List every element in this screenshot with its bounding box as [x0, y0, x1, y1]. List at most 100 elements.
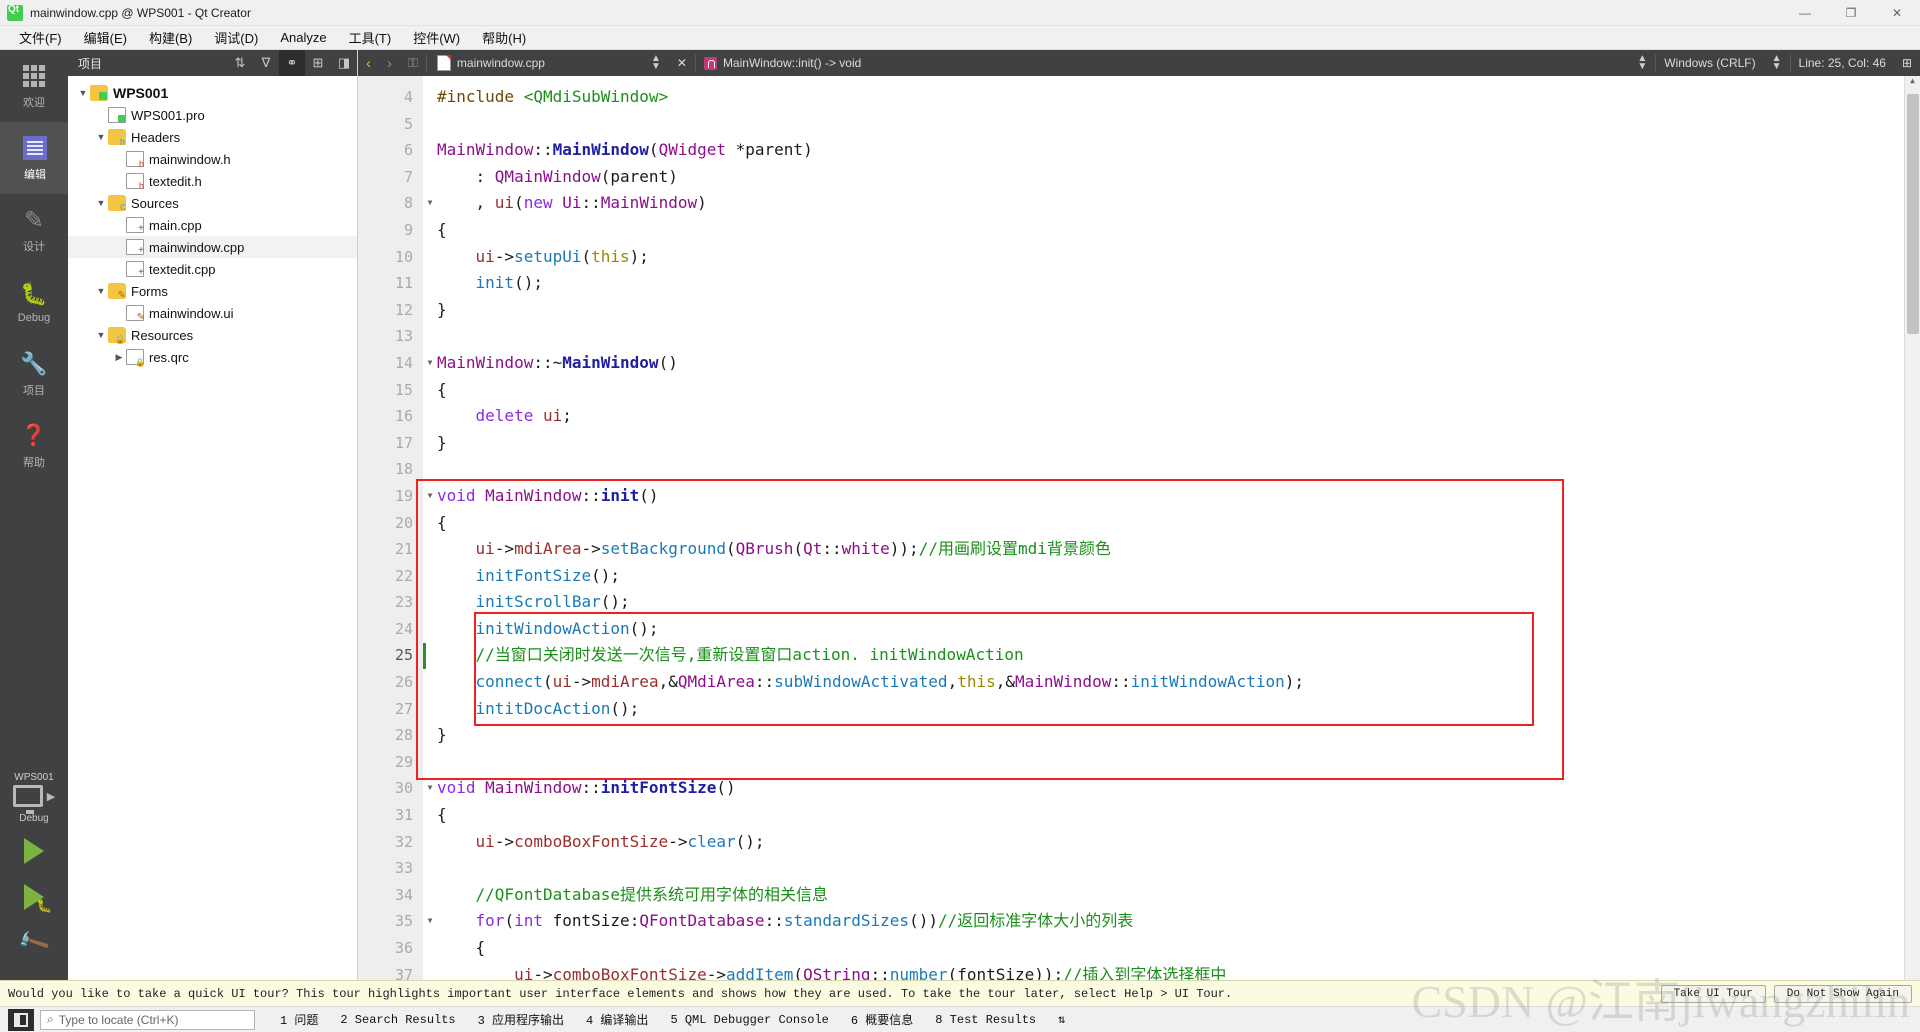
output-pane-5[interactable]: 5 QML Debugger Console [659, 1013, 839, 1027]
code-line[interactable]: ui->comboBoxFontSize->clear(); [437, 829, 1904, 856]
code-line[interactable]: #include <QMdiSubWindow> [437, 84, 1904, 111]
code-line[interactable]: void MainWindow::initFontSize() [437, 775, 1904, 802]
mode-项目[interactable]: 🔧 项目 [0, 338, 68, 410]
code-line[interactable]: for(int fontSize:QFontDatabase::standard… [437, 908, 1904, 935]
menu-item-4[interactable]: Analyze [269, 27, 337, 48]
split-editor-button[interactable]: ⊞ [1894, 50, 1920, 76]
tree-item[interactable]: mainwindow.ui [68, 302, 357, 324]
tree-item[interactable]: ▼ WPS001 [68, 82, 357, 104]
output-pane-6[interactable]: 6 概要信息 [840, 1011, 924, 1028]
navigate-back-button[interactable]: ‹ [358, 50, 379, 76]
debug-button[interactable]: 🐛 [0, 874, 68, 920]
do-not-show-again-button[interactable]: Do Not Show Again [1773, 984, 1912, 1003]
expand-collapse-icon[interactable]: ▼ [94, 198, 108, 208]
code-line[interactable] [437, 111, 1904, 138]
code-line[interactable]: MainWindow::~MainWindow() [437, 350, 1904, 377]
code-line[interactable]: , ui(new Ui::MainWindow) [437, 190, 1904, 217]
expand-collapse-icon[interactable]: ▼ [94, 286, 108, 296]
locator-input[interactable]: ⌕ Type to locate (Ctrl+K) [40, 1009, 255, 1030]
build-button[interactable]: 🔨 [0, 920, 68, 966]
tree-item[interactable]: WPS001.pro [68, 104, 357, 126]
fold-marker-icon[interactable]: ▼ [423, 775, 437, 802]
scroll-up-arrow-icon[interactable]: ▲ [1905, 76, 1920, 90]
run-button[interactable] [0, 828, 68, 874]
menu-item-2[interactable]: 构建(B) [138, 25, 203, 50]
tree-item[interactable]: ▼ Sources [68, 192, 357, 214]
code-line[interactable]: delete ui; [437, 403, 1904, 430]
code-line[interactable]: { [437, 217, 1904, 244]
split-icon[interactable]: ⊞ [305, 50, 331, 76]
code-line[interactable]: initFontSize(); [437, 563, 1904, 590]
menu-item-3[interactable]: 调试(D) [203, 25, 269, 50]
expand-collapse-icon[interactable]: ▼ [94, 330, 108, 340]
lock-icon[interactable]: ⚿ [400, 50, 426, 76]
code-text[interactable]: #include <QMdiSubWindow> MainWindow::Mai… [437, 76, 1904, 980]
mode-欢迎[interactable]: 欢迎 [0, 50, 68, 122]
tree-item[interactable]: ▼ Resources [68, 324, 357, 346]
mode-Debug[interactable]: 🐛 Debug [0, 266, 68, 338]
code-line[interactable]: ui->comboBoxFontSize->addItem(QString::n… [437, 962, 1904, 980]
file-dropdown-arrows-icon[interactable]: ▲ ▼ [643, 50, 669, 76]
tree-item[interactable]: textedit.h [68, 170, 357, 192]
output-more-icon[interactable]: ⇅ [1047, 1012, 1076, 1027]
code-line[interactable]: connect(ui->mdiArea,&QMdiArea::subWindow… [437, 669, 1904, 696]
code-line[interactable]: } [437, 297, 1904, 324]
code-line[interactable]: initScrollBar(); [437, 589, 1904, 616]
code-line[interactable]: : QMainWindow(parent) [437, 164, 1904, 191]
code-line[interactable]: //QFontDatabase提供系统可用字体的相关信息 [437, 882, 1904, 909]
code-line[interactable] [437, 749, 1904, 776]
navigate-forward-button[interactable]: › [379, 50, 400, 76]
code-line[interactable]: initWindowAction(); [437, 616, 1904, 643]
code-line[interactable] [437, 456, 1904, 483]
mode-设计[interactable]: ✎ 设计 [0, 194, 68, 266]
minimize-button[interactable]: — [1782, 0, 1828, 26]
code-line[interactable]: } [437, 722, 1904, 749]
code-line[interactable] [437, 323, 1904, 350]
code-line[interactable]: } [437, 430, 1904, 457]
output-pane-8[interactable]: 8 Test Results [924, 1013, 1047, 1027]
symbol-selector[interactable]: MainWindow::init() -> void [696, 50, 869, 76]
output-pane-2[interactable]: 2 Search Results [329, 1013, 466, 1027]
editor-vertical-scrollbar[interactable]: ▲ [1904, 76, 1920, 980]
code-line[interactable]: void MainWindow::init() [437, 483, 1904, 510]
project-tree[interactable]: ▼ WPS001 WPS001.pro ▼ Headers mainwindow.h tex… [68, 76, 357, 980]
output-pane-4[interactable]: 4 编译输出 [575, 1011, 659, 1028]
sidebar-toggle-icon[interactable] [8, 1008, 34, 1031]
tree-item[interactable]: main.cpp [68, 214, 357, 236]
open-file-selector[interactable]: mainwindow.cpp [427, 50, 553, 76]
menu-item-5[interactable]: 工具(T) [338, 25, 403, 50]
tree-item[interactable]: textedit.cpp [68, 258, 357, 280]
code-line[interactable]: { [437, 935, 1904, 962]
menu-item-0[interactable]: 文件(F) [8, 25, 73, 50]
code-line[interactable]: { [437, 377, 1904, 404]
fold-marker-icon[interactable]: ▼ [423, 483, 437, 510]
output-pane-1[interactable]: 1 问题 [269, 1011, 329, 1028]
fold-marker-icon[interactable]: ▼ [423, 908, 437, 935]
line-ending-selector[interactable]: Windows (CRLF) [1656, 50, 1763, 76]
tree-item[interactable]: ▶ res.qrc [68, 346, 357, 368]
mode-编辑[interactable]: 编辑 [0, 122, 68, 194]
maximize-restore-button[interactable]: ❐ [1828, 0, 1874, 26]
expand-collapse-icon[interactable]: ▼ [94, 132, 108, 142]
code-line[interactable]: { [437, 510, 1904, 537]
fold-marker-icon[interactable]: ▼ [423, 350, 437, 377]
encoding-arrows-icon[interactable]: ▲ ▼ [1764, 50, 1790, 76]
code-line[interactable]: { [437, 802, 1904, 829]
output-pane-3[interactable]: 3 应用程序输出 [467, 1011, 575, 1028]
code-line[interactable]: init(); [437, 270, 1904, 297]
tree-item[interactable]: ▼ Headers [68, 126, 357, 148]
code-editor[interactable]: 4 5 6 7 8 9 10 11 12 13 14 15 16 17 18 19 20 21 22 23 24 25 26… [358, 76, 1920, 980]
filter-icon[interactable]: ∇ [253, 50, 279, 76]
expand-collapse-icon[interactable]: ▶ [112, 352, 126, 363]
tree-item[interactable]: mainwindow.h [68, 148, 357, 170]
code-folding-column[interactable]: ▼ ▼ ▼ ▼ ▼ [423, 76, 437, 980]
close-window-button[interactable]: ✕ [1874, 0, 1920, 26]
tree-item[interactable]: ▼ Forms [68, 280, 357, 302]
mode-帮助[interactable]: ❓ 帮助 [0, 410, 68, 482]
menu-item-1[interactable]: 编辑(E) [73, 25, 138, 50]
fold-marker-icon[interactable]: ▼ [423, 190, 437, 217]
sort-icon[interactable]: ⇅ [227, 50, 253, 76]
code-line[interactable]: ui->mdiArea->setBackground(QBrush(Qt::wh… [437, 536, 1904, 563]
code-line[interactable]: MainWindow::MainWindow(QWidget *parent) [437, 137, 1904, 164]
menu-item-6[interactable]: 控件(W) [402, 25, 471, 50]
